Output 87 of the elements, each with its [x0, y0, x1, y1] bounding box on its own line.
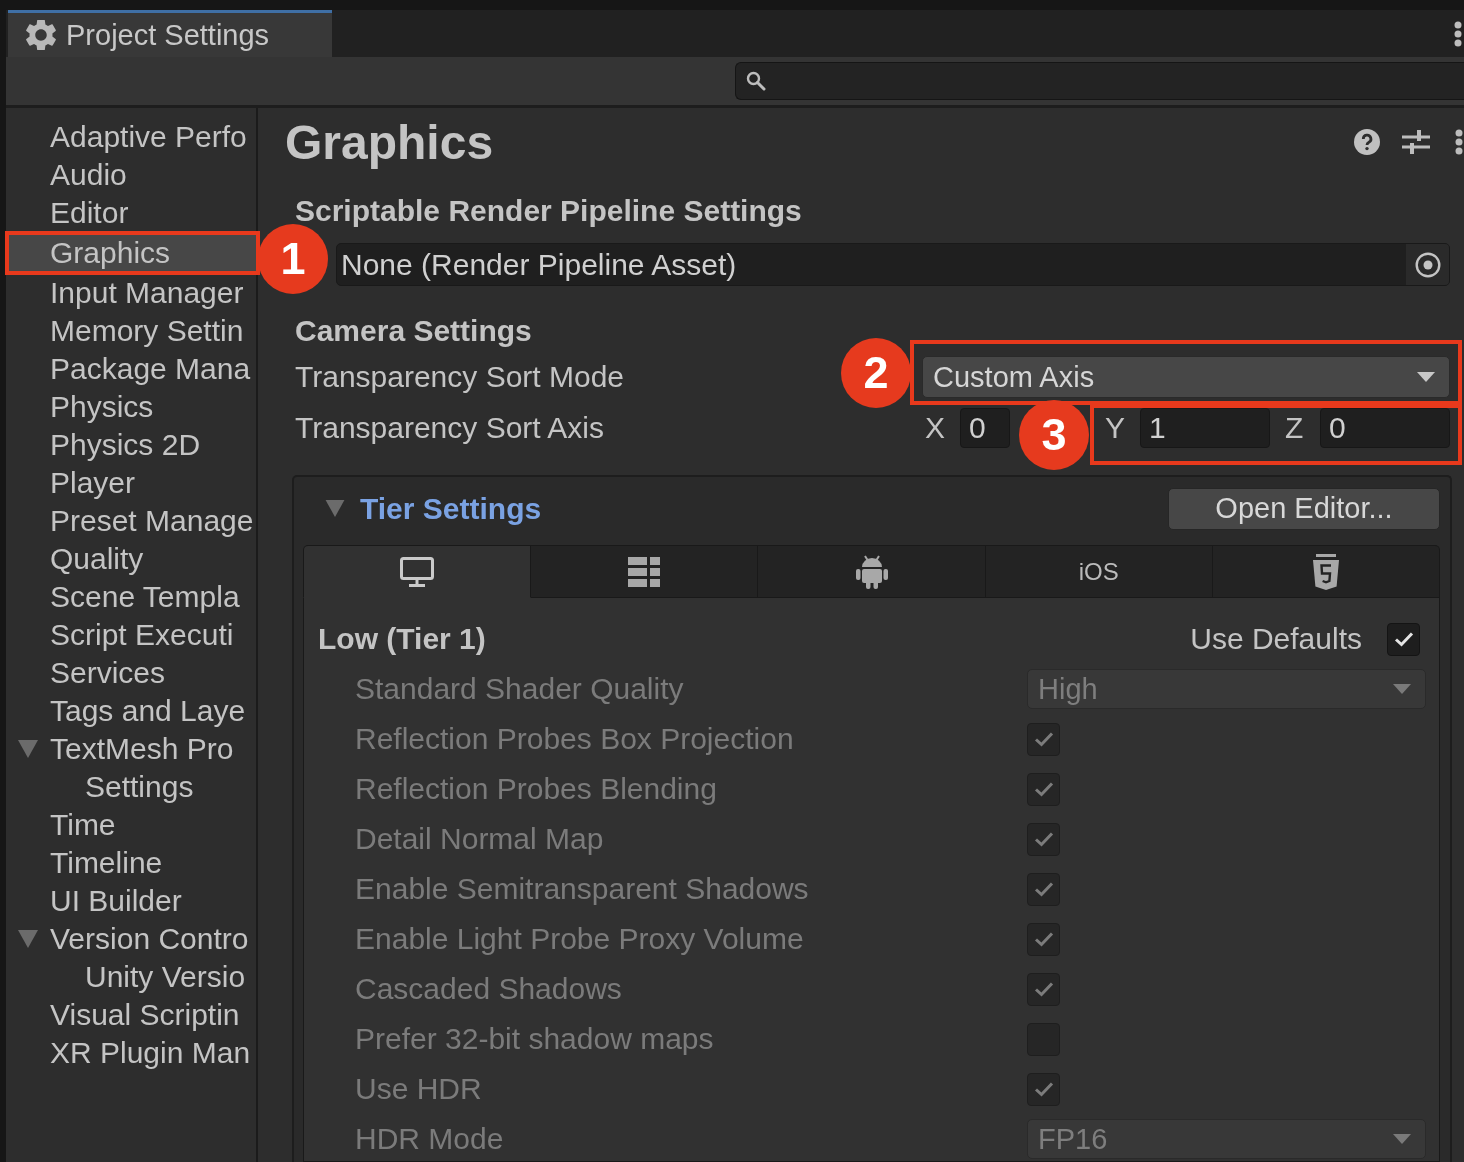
checkmark-icon: [1033, 981, 1054, 997]
platform-tab[interactable]: iOS: [985, 545, 1213, 598]
checkmark-icon: [1033, 781, 1054, 797]
setting-label: Reflection Probes Box Projection: [354, 722, 795, 756]
axis-label: X: [925, 411, 946, 445]
axis-label: Y: [1105, 411, 1126, 445]
shield-icon: [1312, 553, 1339, 590]
setting-label: Standard Shader Quality: [354, 672, 685, 706]
step-badge: 2: [841, 337, 911, 408]
open-editor-button[interactable]: Open Editor...: [1168, 487, 1440, 530]
sidebar-item[interactable]: Player: [6, 465, 256, 501]
checkmark-icon: [1033, 881, 1054, 897]
sliders-icon[interactable]: [1402, 129, 1430, 155]
setting-label: Reflection Probes Blending: [354, 772, 718, 806]
field-label: Transparency Sort Axis: [295, 411, 604, 445]
setting-label: Use HDR: [354, 1072, 483, 1106]
checkmark-icon: [1033, 931, 1054, 947]
sidebar-item[interactable]: Package Mana: [6, 351, 256, 387]
step-badge: 3: [1019, 399, 1089, 470]
setting-label: Enable Semitransparent Shadows: [354, 872, 810, 906]
section-heading: Camera Settings: [295, 313, 532, 349]
platform-tab[interactable]: [758, 545, 986, 598]
foldout-arrow-icon[interactable]: [18, 930, 38, 948]
search-icon: [746, 71, 766, 91]
sidebar-item[interactable]: Unity Versio: [6, 959, 256, 995]
foldout-arrow-icon[interactable]: [325, 500, 345, 517]
setting-label: HDR Mode: [354, 1122, 505, 1156]
number-field[interactable]: 1: [1140, 408, 1270, 448]
sidebar-item[interactable]: Graphics: [9, 235, 256, 271]
sidebar-item[interactable]: Version Contro: [6, 921, 256, 957]
sidebar-item[interactable]: Tags and Laye: [6, 693, 256, 729]
monitor-icon: [400, 556, 435, 587]
more-icon[interactable]: [1454, 20, 1462, 47]
sidebar-item[interactable]: Services: [6, 655, 256, 691]
sidebar-item[interactable]: Script Executi: [6, 617, 256, 653]
platform-tab[interactable]: [1212, 545, 1440, 598]
caret-icon: [1417, 372, 1435, 382]
field-label: Transparency Sort Mode: [295, 360, 625, 394]
foldout-title[interactable]: Tier Settings: [360, 491, 542, 526]
more-icon[interactable]: [1455, 129, 1463, 155]
checkmark-icon: [1033, 1081, 1054, 1097]
sidebar-item[interactable]: Settings: [6, 769, 256, 805]
page-title: Graphics: [285, 114, 494, 170]
sidebar-item[interactable]: Editor: [6, 195, 256, 231]
sidebar-item[interactable]: Scene Templa: [6, 579, 256, 615]
checkbox[interactable]: [1387, 622, 1420, 656]
target-icon: [1414, 251, 1441, 278]
setting-label: Enable Light Probe Proxy Volume: [354, 922, 805, 956]
dropdown[interactable]: Custom Axis: [922, 356, 1450, 398]
number-field[interactable]: 0: [1320, 408, 1450, 448]
sidebar-item[interactable]: Time: [6, 807, 256, 843]
platform-tab[interactable]: [531, 545, 759, 598]
sidebar-item[interactable]: Visual Scriptin: [6, 997, 256, 1033]
sidebar-item[interactable]: XR Plugin Man: [6, 1035, 256, 1071]
setting-label: Cascaded Shadows: [354, 972, 623, 1006]
setting-label: Prefer 32-bit shadow maps: [354, 1022, 715, 1056]
sidebar-item[interactable]: Memory Settin: [6, 313, 256, 349]
checkbox-label: Use Defaults: [1190, 622, 1362, 656]
sidebar-item[interactable]: Audio: [6, 157, 256, 193]
sidebar-item[interactable]: UI Builder: [6, 883, 256, 919]
server-rack-icon: [628, 556, 661, 587]
axis-label: Z: [1285, 411, 1305, 445]
robot-icon: [855, 554, 888, 589]
search-field[interactable]: [735, 62, 1464, 100]
sidebar-item[interactable]: Physics 2D: [6, 427, 256, 463]
setting-label: Detail Normal Map: [354, 822, 605, 856]
help-icon[interactable]: [1354, 129, 1380, 155]
sidebar-item[interactable]: Input Manager: [6, 275, 256, 311]
tier-title: Low (Tier 1): [318, 622, 486, 656]
sidebar-item[interactable]: Timeline: [6, 845, 256, 881]
object-picker-button[interactable]: [1406, 244, 1449, 285]
platform-tab[interactable]: [303, 545, 532, 598]
object-field[interactable]: None (Render Pipeline Asset): [336, 243, 1450, 286]
window-tab[interactable]: Project Settings: [8, 10, 332, 57]
caret-icon: [1393, 1134, 1411, 1144]
sidebar-item[interactable]: Physics: [6, 389, 256, 425]
checkmark-icon: [1033, 831, 1054, 847]
number-field[interactable]: 0: [960, 408, 1010, 448]
checkmark-icon: [1033, 731, 1054, 747]
checkmark-icon: [1393, 631, 1414, 647]
caret-icon: [1393, 684, 1411, 694]
sidebar-item[interactable]: Quality: [6, 541, 256, 577]
settings-icon: [26, 20, 56, 50]
sidebar-item[interactable]: TextMesh Pro: [6, 731, 256, 767]
foldout-arrow-icon[interactable]: [18, 740, 38, 758]
sidebar-item[interactable]: Preset Manage: [6, 503, 256, 539]
sidebar-item[interactable]: Adaptive Perfo: [6, 119, 256, 155]
